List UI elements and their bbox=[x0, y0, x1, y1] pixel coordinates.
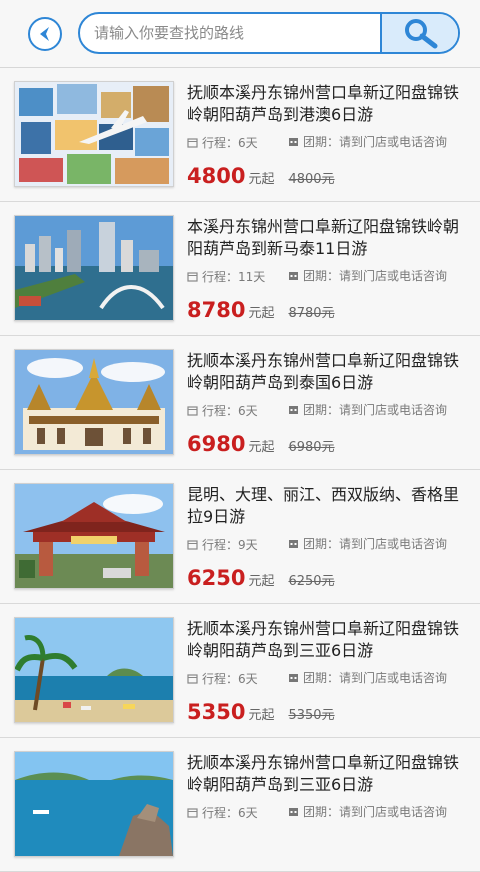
list-item[interactable]: 本溪丹东锦州营口阜新辽阳盘锦铁岭朝阳葫芦岛到新马泰11日游 行程：11天 团期：… bbox=[0, 202, 480, 336]
route-title: 抚顺本溪丹东锦州营口阜新辽阳盘锦铁岭朝阳葫芦岛到三亚6日游 bbox=[187, 619, 460, 660]
search-box bbox=[78, 12, 460, 54]
route-title: 本溪丹东锦州营口阜新辽阳盘锦铁岭朝阳葫芦岛到新马泰11日游 bbox=[187, 217, 460, 258]
price-row: 5350 元起 5350元 bbox=[187, 700, 335, 726]
route-title: 抚顺本溪丹东锦州营口阜新辽阳盘锦铁岭朝阳葫芦岛到港澳6日游 bbox=[187, 83, 460, 124]
duration-text: 行程：6天 bbox=[202, 806, 258, 820]
search-icon bbox=[405, 19, 438, 49]
list-item[interactable]: 抚顺本溪丹东锦州营口阜新辽阳盘锦铁岭朝阳葫芦岛到港澳6日游 行程：6天 团期：请… bbox=[0, 68, 480, 202]
group-text: 团期：请到门店或电话咨询 bbox=[303, 135, 448, 149]
thumbnail-yunnan-gate bbox=[14, 483, 174, 589]
group-info: 团期：请到门店或电话咨询 bbox=[288, 670, 472, 686]
duration-text: 行程：6天 bbox=[202, 672, 258, 686]
thumbnail-singapore bbox=[14, 215, 174, 321]
duration-info: 行程：11天 bbox=[187, 268, 287, 285]
thumbnail-sanya-rocks bbox=[14, 751, 174, 857]
list-item[interactable]: 抚顺本溪丹东锦州营口阜新辽阳盘锦铁岭朝阳葫芦岛到三亚6日游 行程：6天 团期：请… bbox=[0, 604, 480, 738]
price: 4800 bbox=[187, 164, 246, 188]
top-bar bbox=[0, 0, 480, 68]
calendar-icon bbox=[187, 808, 198, 818]
thumbnail-hongkong-macau bbox=[14, 81, 174, 187]
calendar-icon bbox=[187, 406, 198, 416]
price: 6980 bbox=[187, 432, 246, 456]
route-title: 抚顺本溪丹东锦州营口阜新辽阳盘锦铁岭朝阳葫芦岛到泰国6日游 bbox=[187, 351, 460, 392]
price: 8780 bbox=[187, 298, 246, 322]
calendar-icon bbox=[187, 540, 198, 550]
group-calendar-icon bbox=[289, 406, 298, 414]
group-text: 团期：请到门店或电话咨询 bbox=[303, 269, 448, 283]
calendar-icon bbox=[187, 272, 198, 282]
duration-info: 行程：6天 bbox=[187, 402, 287, 419]
thumbnail-thailand-palace bbox=[14, 349, 174, 455]
price: 5350 bbox=[187, 700, 246, 724]
price-unit: 元起 bbox=[248, 306, 275, 321]
group-text: 团期：请到门店或电话咨询 bbox=[303, 805, 448, 819]
price-row: 6250 元起 6250元 bbox=[187, 566, 335, 592]
price-unit: 元起 bbox=[248, 574, 275, 589]
price-unit: 元起 bbox=[248, 172, 275, 187]
original-price: 6980元 bbox=[288, 440, 335, 455]
group-text: 团期：请到门店或电话咨询 bbox=[303, 671, 448, 685]
duration-info: 行程：6天 bbox=[187, 670, 287, 687]
search-input[interactable] bbox=[80, 14, 382, 52]
group-text: 团期：请到门店或电话咨询 bbox=[303, 537, 448, 551]
search-button[interactable] bbox=[380, 14, 458, 52]
price-row: 8780 元起 8780元 bbox=[187, 298, 335, 324]
route-title: 昆明、大理、丽江、西双版纳、香格里拉9日游 bbox=[187, 485, 460, 526]
duration-text: 行程：6天 bbox=[202, 404, 258, 418]
original-price: 5350元 bbox=[288, 708, 335, 723]
price-unit: 元起 bbox=[248, 708, 275, 723]
price-unit: 元起 bbox=[248, 440, 275, 455]
group-info: 团期：请到门店或电话咨询 bbox=[288, 536, 472, 552]
route-list: 抚顺本溪丹东锦州营口阜新辽阳盘锦铁岭朝阳葫芦岛到港澳6日游 行程：6天 团期：请… bbox=[0, 68, 480, 872]
calendar-icon bbox=[187, 674, 198, 684]
original-price: 4800元 bbox=[288, 172, 335, 187]
group-calendar-icon bbox=[289, 674, 298, 682]
back-button[interactable] bbox=[28, 17, 62, 51]
duration-info: 行程：9天 bbox=[187, 536, 287, 553]
group-calendar-icon bbox=[289, 808, 298, 816]
group-calendar-icon bbox=[289, 272, 298, 280]
group-text: 团期：请到门店或电话咨询 bbox=[303, 403, 448, 417]
thumbnail-sanya-beach bbox=[14, 617, 174, 723]
route-title: 抚顺本溪丹东锦州营口阜新辽阳盘锦铁岭朝阳葫芦岛到三亚6日游 bbox=[187, 753, 460, 794]
list-item[interactable]: 昆明、大理、丽江、西双版纳、香格里拉9日游 行程：9天 团期：请到门店或电话咨询… bbox=[0, 470, 480, 604]
back-arrow-icon bbox=[40, 27, 49, 41]
group-info: 团期：请到门店或电话咨询 bbox=[288, 402, 472, 418]
group-calendar-icon bbox=[289, 138, 298, 146]
group-info: 团期：请到门店或电话咨询 bbox=[288, 804, 472, 820]
list-item[interactable]: 抚顺本溪丹东锦州营口阜新辽阳盘锦铁岭朝阳葫芦岛到泰国6日游 行程：6天 团期：请… bbox=[0, 336, 480, 470]
duration-text: 行程：6天 bbox=[202, 136, 258, 150]
duration-info: 行程：6天 bbox=[187, 134, 287, 151]
duration-text: 行程：11天 bbox=[202, 270, 266, 284]
duration-text: 行程：9天 bbox=[202, 538, 258, 552]
price-row: 4800 元起 4800元 bbox=[187, 164, 335, 190]
original-price: 6250元 bbox=[288, 574, 335, 589]
group-info: 团期：请到门店或电话咨询 bbox=[288, 134, 472, 150]
price: 6250 bbox=[187, 566, 246, 590]
price-row: 6980 元起 6980元 bbox=[187, 432, 335, 458]
group-calendar-icon bbox=[289, 540, 298, 548]
duration-info: 行程：6天 bbox=[187, 804, 287, 821]
calendar-icon bbox=[187, 138, 198, 148]
group-info: 团期：请到门店或电话咨询 bbox=[288, 268, 472, 284]
original-price: 8780元 bbox=[288, 306, 335, 321]
list-item[interactable]: 抚顺本溪丹东锦州营口阜新辽阳盘锦铁岭朝阳葫芦岛到三亚6日游 行程：6天 团期：请… bbox=[0, 738, 480, 872]
